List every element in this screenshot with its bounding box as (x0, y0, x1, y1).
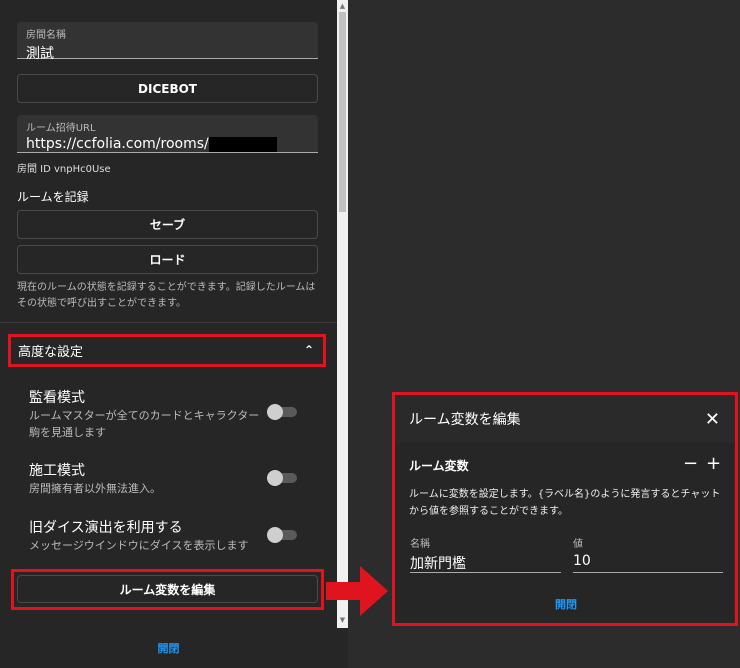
room-settings-panel: 房間名稱 測試 DICEBOT ルーム招待URL https://ccfolia… (0, 0, 348, 668)
room-name-value: 測試 (26, 46, 54, 62)
setting-description: ルームマスターが全てのカードとキャラクター駒を見通します (29, 409, 260, 439)
room-name-label: 房間名稱 (26, 30, 66, 41)
legacy-dice-toggle[interactable] (267, 527, 297, 543)
save-button[interactable]: セーブ (17, 210, 318, 239)
invite-url-label: ルーム招待URL (26, 123, 96, 134)
divider (0, 322, 337, 323)
scroll-down-arrow[interactable]: ▼ (337, 616, 348, 624)
scrollbar-thumb[interactable] (339, 12, 346, 212)
invite-url-field[interactable]: ルーム招待URL https://ccfolia.com/rooms/ (17, 115, 318, 153)
invite-url-value: https://ccfolia.com/rooms/ (26, 136, 209, 152)
highlight-box (11, 569, 324, 610)
toggle-link[interactable]: 開閉 (158, 640, 180, 656)
highlight-box (8, 334, 326, 367)
dicebot-button[interactable]: DICEBOT (17, 74, 318, 103)
watch-mode-toggle[interactable] (267, 404, 297, 420)
scroll-up-arrow[interactable]: ▲ (337, 2, 348, 10)
redaction-bar (208, 136, 277, 152)
construction-mode-toggle[interactable] (267, 470, 297, 486)
record-heading: ルームを記録 (17, 190, 89, 204)
red-arrow-icon (326, 566, 388, 616)
room-name-field[interactable]: 房間名稱 測試 (17, 22, 318, 62)
load-button[interactable]: ロード (17, 245, 318, 274)
record-description: 現在のルームの状態を記録することができます。記録したルームはその状態で呼び出すこ… (17, 282, 316, 309)
room-id: 房間 ID vnpHc0Use (17, 164, 111, 175)
highlight-box (392, 392, 738, 626)
panel-footer: 開閉 (0, 628, 337, 668)
